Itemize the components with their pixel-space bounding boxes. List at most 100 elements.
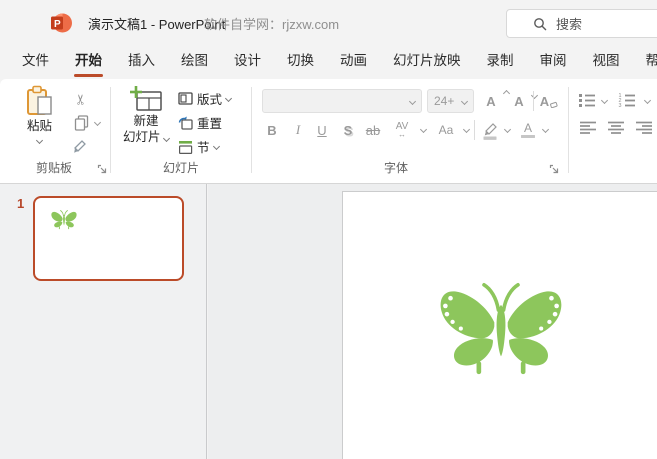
clipboard-group-label: 剪贴板: [35, 161, 72, 175]
new-slide-label-line1: 新建: [133, 114, 159, 128]
chevron-down-icon: [503, 125, 512, 134]
reset-button[interactable]: 重置: [178, 112, 222, 133]
align-center-icon: [608, 121, 624, 134]
tab-slideshow[interactable]: 幻灯片放映: [380, 45, 474, 79]
clipboard-dialog-launcher[interactable]: [97, 164, 108, 175]
paste-button[interactable]: 粘贴: [16, 85, 63, 159]
align-center-button[interactable]: [604, 117, 628, 139]
font-group-label: 字体: [383, 161, 408, 175]
group-separator: [568, 87, 569, 173]
copy-button[interactable]: [70, 112, 92, 134]
tab-design[interactable]: 设计: [221, 45, 274, 79]
decrease-font-size-button[interactable]: A: [508, 90, 539, 112]
font-size-value: 24+: [434, 94, 455, 108]
title-bar: P 演示文稿1 - PowerPoint 软件自学网：rjzxw.com 搜索: [0, 0, 657, 45]
increase-font-size-button[interactable]: A: [480, 89, 511, 112]
section-button[interactable]: 节: [178, 136, 220, 157]
tab-record[interactable]: 录制: [474, 45, 527, 79]
underline-button[interactable]: U: [312, 119, 332, 141]
layout-label: 版式: [197, 93, 223, 107]
reset-label: 重置: [197, 117, 223, 131]
bullets-button[interactable]: [576, 89, 598, 111]
slide-number: 1: [17, 196, 25, 211]
reset-icon: [178, 116, 193, 130]
tab-transitions[interactable]: 切换: [274, 45, 327, 79]
font-color-icon: A: [521, 122, 535, 139]
layout-button[interactable]: 版式: [178, 88, 233, 109]
chevron-down-icon: [419, 125, 428, 134]
copy-menu-chevron-icon[interactable]: [93, 118, 102, 127]
ribbon-tab-bar: 文件 开始 插入 绘图 设计 切换 动画 幻灯片放映 录制 审阅 视图 帮助 百…: [0, 45, 657, 79]
chevron-down-icon: [541, 125, 550, 134]
group-separator: [110, 87, 111, 173]
butterfly-image[interactable]: [434, 274, 568, 377]
slide-canvas[interactable]: [342, 191, 657, 459]
ribbon: 粘贴 ✂ 剪贴板 新建 幻灯片 版式 重置 节 幻灯片 24+ A A A B …: [0, 79, 657, 184]
svg-text:P: P: [54, 19, 61, 30]
new-slide-label-line2: 幻灯片: [123, 129, 171, 145]
font-color-bar: [521, 134, 535, 139]
text-highlight-button[interactable]: [481, 119, 501, 141]
highlighter-pen-icon: [483, 122, 497, 140]
chevron-down-icon: [224, 94, 233, 103]
tab-draw[interactable]: 绘图: [168, 45, 221, 79]
font-name-combobox[interactable]: [262, 89, 422, 113]
svg-text:3: 3: [619, 103, 622, 109]
text-shadow-button[interactable]: S: [338, 119, 358, 141]
font-size-combobox[interactable]: 24+: [427, 89, 474, 113]
chevron-down-icon: [462, 125, 471, 134]
new-slide-icon: [130, 86, 162, 111]
layout-icon: [178, 92, 193, 105]
align-left-icon: [580, 121, 596, 134]
chevron-down-icon: [35, 136, 44, 145]
eraser-icon: [550, 101, 558, 108]
search-input[interactable]: 搜索: [506, 9, 657, 38]
search-icon: [534, 17, 547, 30]
align-left-button[interactable]: [576, 117, 600, 139]
format-painter-button[interactable]: [70, 136, 92, 158]
slide-editor-area: [208, 184, 657, 459]
new-slide-button[interactable]: 新建 幻灯片: [116, 85, 176, 159]
mini-separator: [474, 120, 475, 140]
slide-thumbnail-panel: 1: [0, 184, 207, 459]
tab-animations[interactable]: 动画: [327, 45, 380, 79]
chevron-down-icon: [643, 96, 652, 105]
slide-thumbnail[interactable]: [33, 196, 184, 281]
bullet-list-icon: [579, 93, 595, 107]
change-case-button[interactable]: Aa: [436, 119, 456, 141]
paste-label: 粘贴: [26, 119, 52, 133]
cut-button[interactable]: ✂: [70, 88, 92, 110]
active-tab-indicator: [74, 74, 103, 77]
search-placeholder: 搜索: [556, 17, 583, 32]
font-dialog-launcher[interactable]: [549, 164, 560, 175]
slides-group-label: 幻灯片: [162, 161, 199, 175]
tab-view[interactable]: 视图: [580, 45, 633, 79]
tab-review[interactable]: 审阅: [527, 45, 580, 79]
tab-insert[interactable]: 插入: [115, 45, 168, 79]
tab-file[interactable]: 文件: [9, 45, 62, 79]
strikethrough-button[interactable]: ab: [363, 119, 383, 141]
bold-button[interactable]: B: [262, 119, 282, 141]
italic-button[interactable]: I: [288, 119, 308, 141]
tab-home[interactable]: 开始: [62, 45, 115, 79]
chevron-down-icon: [460, 97, 469, 105]
scissors-icon: ✂: [72, 93, 89, 105]
align-right-icon: [636, 121, 652, 134]
chevron-down-icon: [600, 96, 609, 105]
numbered-list-icon: 1 2 3: [619, 93, 635, 109]
format-painter-icon: [74, 140, 86, 153]
paste-clipboard-icon: [26, 85, 52, 115]
group-separator: [251, 87, 252, 173]
chevron-down-icon: [408, 97, 417, 105]
chevron-down-icon: [162, 134, 171, 143]
align-right-button[interactable]: [632, 117, 656, 139]
section-label: 节: [197, 141, 210, 155]
tab-help[interactable]: 帮助: [633, 45, 657, 79]
character-spacing-icon: AV ↔: [395, 120, 409, 139]
font-color-button[interactable]: A: [518, 119, 538, 141]
mini-separator: [533, 91, 534, 111]
chevron-down-icon: [212, 142, 220, 151]
numbering-button[interactable]: 1 2 3: [616, 89, 638, 111]
character-spacing-button[interactable]: AV ↔: [392, 119, 412, 141]
clear-formatting-button[interactable]: A: [537, 90, 561, 112]
